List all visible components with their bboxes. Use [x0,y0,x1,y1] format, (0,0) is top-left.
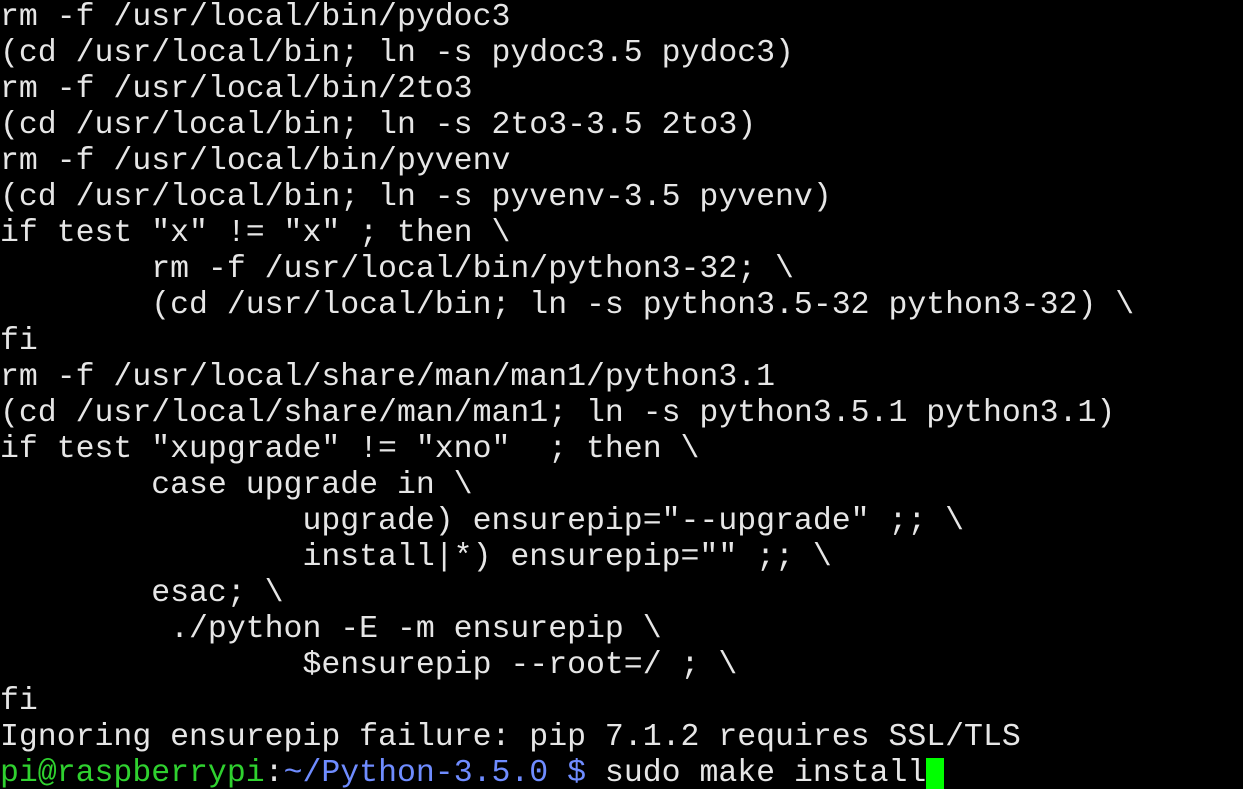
terminal-output: rm -f /usr/local/bin/pydoc3 (cd /usr/loca… [0,0,1134,789]
output-line: ./python -E -m ensurepip \ [0,612,662,647]
output-line: esac; \ [0,576,284,611]
output-line: $ensurepip --root=/ ; \ [0,648,738,683]
prompt-symbol: $ [548,756,587,789]
output-line: rm -f /usr/local/bin/python3-32; \ [0,252,794,287]
text-cursor [926,758,945,789]
prompt-path: ~/Python-3.5.0 [283,756,549,789]
output-line: rm -f /usr/local/bin/pyvenv [0,144,511,179]
output-line: fi [0,684,38,719]
output-line: rm -f /usr/local/share/man/man1/python3.… [0,360,776,395]
output-line: if test "xupgrade" != "xno" ; then \ [0,432,700,467]
command-input[interactable]: sudo make install [586,756,926,789]
output-line: (cd /usr/local/bin; ln -s python3.5-32 p… [0,288,1135,323]
output-line: rm -f /usr/local/bin/2to3 [0,72,473,107]
output-line: Ignoring ensurepip failure: pip 7.1.2 re… [0,720,1021,755]
output-line: rm -f /usr/local/bin/pydoc3 [0,0,511,35]
command-prompt[interactable]: pi@raspberrypi:~/Python-3.5.0 $ sudo mak… [0,756,1134,789]
prompt-user-host: pi@raspberrypi [0,756,265,789]
output-line: (cd /usr/local/bin; ln -s 2to3-3.5 2to3) [0,108,757,143]
output-line: case upgrade in \ [0,468,473,503]
output-line: upgrade) ensurepip="--upgrade" ;; \ [0,504,965,539]
terminal-window[interactable]: rm -f /usr/local/bin/pydoc3 (cd /usr/loca… [0,0,1243,789]
output-line: (cd /usr/local/share/man/man1; ln -s pyt… [0,396,1116,431]
output-line: (cd /usr/local/bin; ln -s pyvenv-3.5 pyv… [0,180,832,215]
prompt-separator: : [264,756,284,789]
output-line: fi [0,324,38,359]
output-line: (cd /usr/local/bin; ln -s pydoc3.5 pydoc… [0,36,794,71]
output-line: if test "x" != "x" ; then \ [0,216,511,251]
output-line: install|*) ensurepip="" ;; \ [0,540,832,575]
